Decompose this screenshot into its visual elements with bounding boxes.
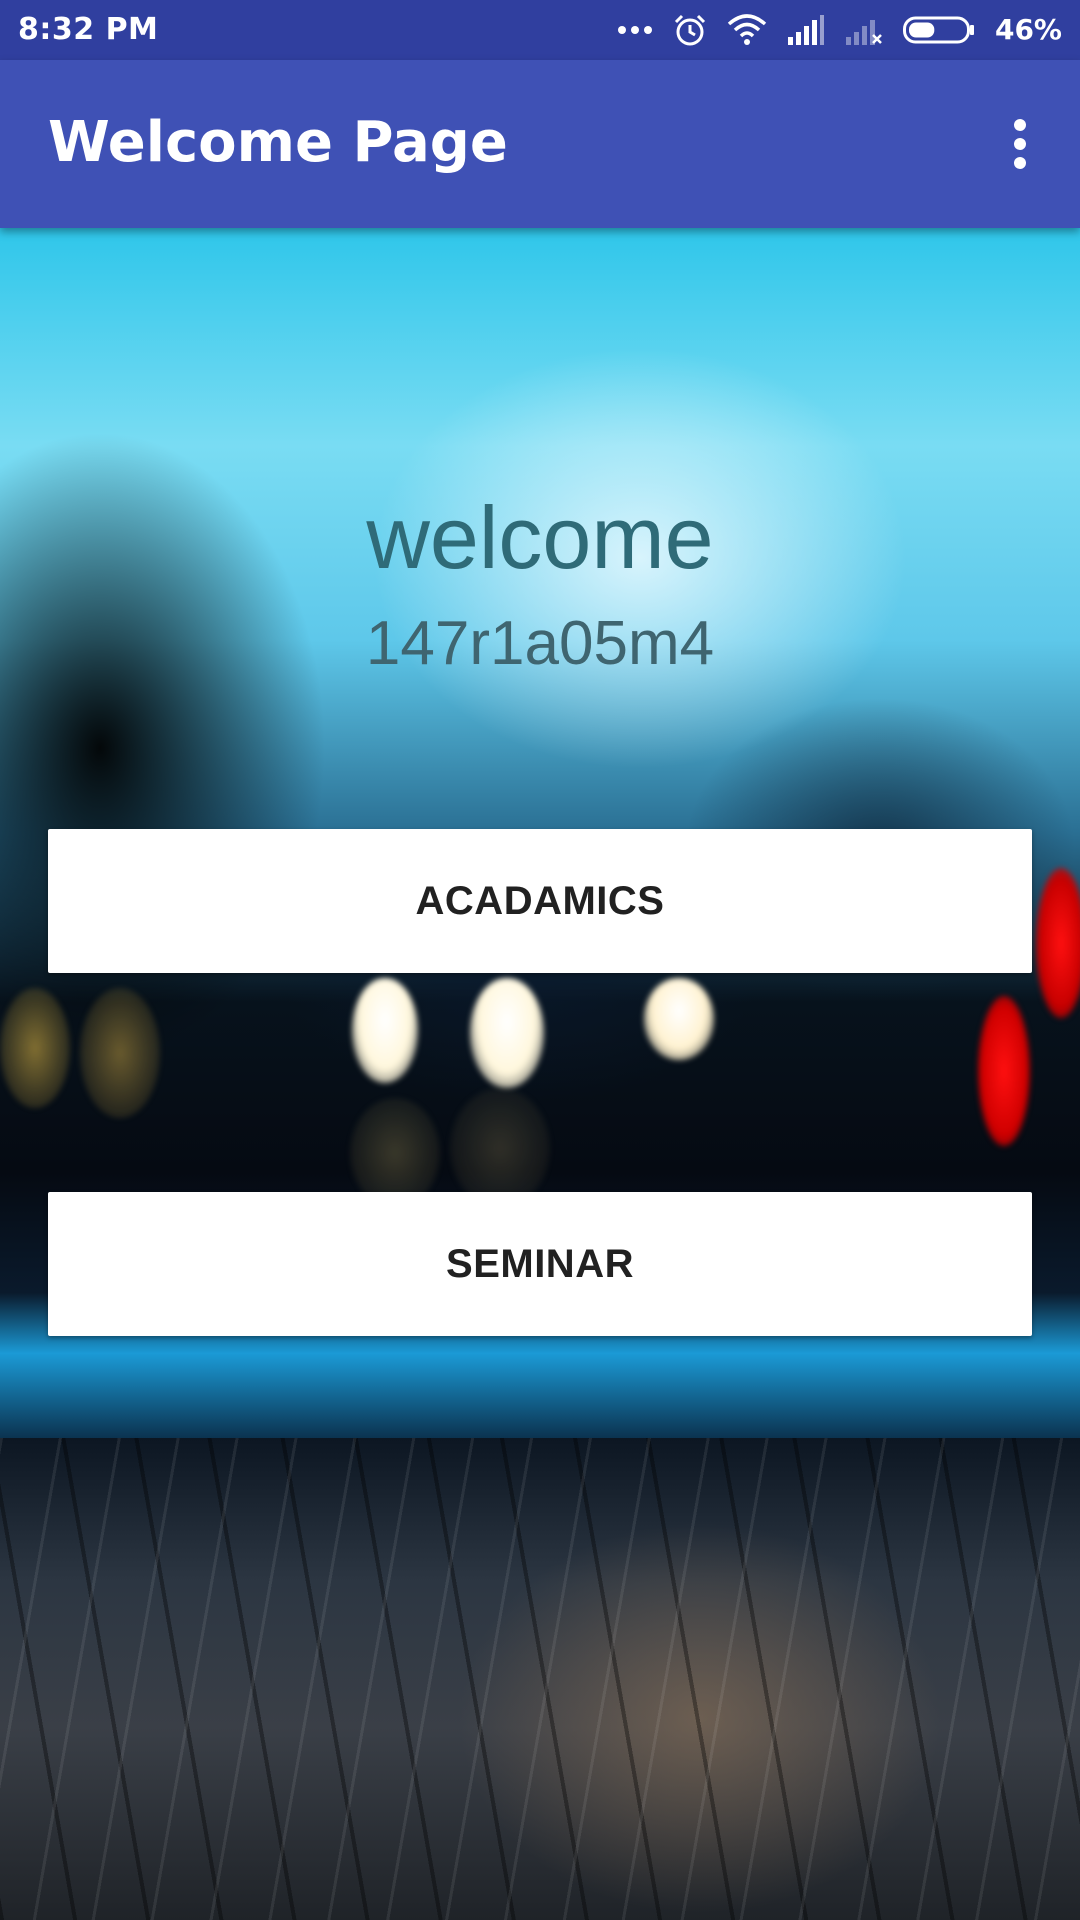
more-dots-icon: [617, 26, 652, 34]
academics-button[interactable]: ACADAMICS: [48, 829, 1032, 973]
wifi-icon: [727, 14, 767, 45]
bokeh-light: [978, 996, 1030, 1146]
status-bar: 8:32 PM 46%: [0, 0, 1080, 60]
status-time: 8:32 PM: [18, 12, 159, 47]
bokeh-light: [80, 988, 160, 1118]
bokeh-light: [352, 978, 418, 1083]
status-icons: 46%: [597, 8, 1062, 52]
floor-background: [0, 1438, 1080, 1920]
bokeh-light: [644, 978, 714, 1060]
bokeh-light: [450, 1088, 550, 1208]
seminar-button[interactable]: SEMINAR: [48, 1192, 1032, 1336]
bokeh-light: [0, 988, 70, 1108]
page-title: Welcome Page: [48, 110, 508, 175]
cell-signal-icon: [787, 15, 824, 45]
battery-icon: [902, 16, 974, 44]
user-id-text: 147r1a05m4: [365, 609, 715, 678]
welcome-screen: 8:32 PM 46% Welcome Page welcome 147r1a0…: [0, 0, 1080, 1920]
battery-percent: 46%: [994, 13, 1062, 46]
overflow-menu-button[interactable]: [980, 104, 1060, 184]
no-signal-icon: [845, 20, 882, 45]
content-area: welcome 147r1a05m4 ACADAMICS SEMINAR: [0, 228, 1080, 1920]
bokeh-light: [1036, 868, 1080, 1018]
overflow-menu-icon[interactable]: [1010, 119, 1030, 169]
bokeh-light: [470, 978, 544, 1088]
welcome-heading: welcome: [366, 488, 714, 587]
alarm-icon: [674, 14, 706, 46]
app-bar: Welcome Page: [0, 60, 1080, 228]
